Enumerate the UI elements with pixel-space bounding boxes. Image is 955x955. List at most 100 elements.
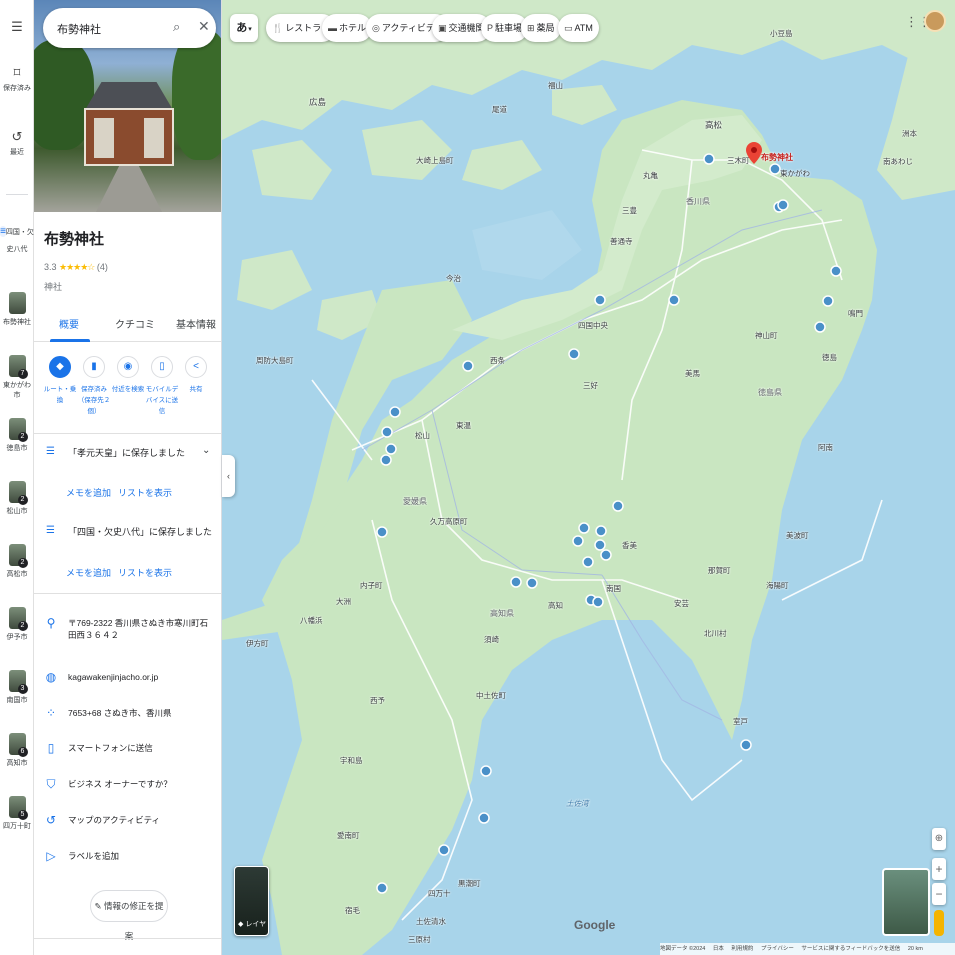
menu-button[interactable]: ☰ <box>0 20 34 37</box>
close-icon[interactable]: ✕ <box>198 18 210 35</box>
chip-label: ホテル <box>339 23 367 33</box>
rail-label: 布勢神社 <box>3 319 31 326</box>
map-label: 四国中央 <box>578 321 608 330</box>
map-label: 内子町 <box>360 581 383 590</box>
rail-item[interactable]: 布勢神社 <box>0 292 34 327</box>
rail-item[interactable]: 3 南国市 <box>0 670 34 705</box>
recent-button[interactable]: ↺ 最近 <box>0 130 34 157</box>
map-label: 北川村 <box>704 629 727 638</box>
plus-icon: + <box>935 862 943 876</box>
map-label: 南国 <box>606 584 621 593</box>
map-label: 四万十 <box>428 889 451 898</box>
chip-label: ATM <box>574 23 593 33</box>
place-panel: 布勢神社 ⌕ ✕ 布勢神社 3.3 ★★★★☆ (4) 神社 概要 クチコミ 基… <box>34 0 222 955</box>
saved-button[interactable]: ⌑ 保存済み <box>0 66 34 93</box>
label-icon: ▷ <box>46 849 56 863</box>
footer-terms-link[interactable]: 利用規約 <box>731 946 753 952</box>
layers-button[interactable]: ◆ レイヤ <box>234 866 269 936</box>
tab-reviews[interactable]: クチコミ <box>115 316 155 331</box>
place-thumbnail: 2 <box>8 481 28 505</box>
rail-label: 東かがわ市 <box>3 382 31 399</box>
footer-region[interactable]: 日本 <box>713 946 724 952</box>
my-location-button[interactable]: ⊕ <box>932 828 946 850</box>
show-list-link[interactable]: リストを表示 <box>118 486 172 499</box>
add-memo-link[interactable]: メモを追加 <box>66 486 111 499</box>
place-title: 布勢神社 <box>44 231 105 248</box>
rail-label: 高松市 <box>6 571 28 578</box>
search-icon[interactable]: ⌕ <box>173 19 180 35</box>
maps-app: 広島 高松 香川県 東かがわ 三木町 丸亀 善通寺 三豊 四国中央 西条 今治 … <box>0 0 955 955</box>
map-label: 那賀町 <box>708 566 731 575</box>
input-method-chip[interactable]: あ▾ <box>230 14 258 42</box>
avatar[interactable] <box>924 10 946 32</box>
footer-privacy-link[interactable]: プライバシー <box>761 946 794 952</box>
rail-item[interactable]: ≡四国・欠史八代 <box>0 220 34 254</box>
chip-atm[interactable]: ▭ ATM <box>558 14 599 42</box>
save-button[interactable]: ▮ 保存済み（保存先２個） <box>76 352 112 417</box>
zoom-out-button[interactable]: − <box>932 883 946 905</box>
map-label: 愛媛県 <box>403 497 427 506</box>
chip-hotel[interactable]: ▬ ホテル <box>322 14 373 42</box>
map-label: 黒潮町 <box>458 879 481 888</box>
tab-overview[interactable]: 概要 <box>59 316 79 331</box>
list-icon: ☰ <box>46 525 55 536</box>
chevron-down-icon[interactable]: ⌄ <box>202 445 210 456</box>
rail-item[interactable]: 6 高知市 <box>0 733 34 768</box>
chip-label: 薬局 <box>536 23 555 33</box>
layers-icon: ◆ <box>238 921 244 928</box>
count-badge: 2 <box>17 432 28 442</box>
suggest-edit-button[interactable]: ✎ 情報の修正を提案 <box>90 890 168 941</box>
street-view-thumbnail[interactable] <box>882 868 930 936</box>
atm-icon: ▭ <box>564 23 573 33</box>
selected-place-pin-icon[interactable] <box>746 142 762 164</box>
divider <box>34 433 221 434</box>
plus-code-icon: ⁘ <box>45 706 57 720</box>
collapse-panel-button[interactable]: ‹ <box>222 455 235 497</box>
map-label: 周防大島町 <box>256 356 294 365</box>
globe-icon: ◍ <box>45 670 57 684</box>
rail-item[interactable]: 2 高松市 <box>0 544 34 579</box>
map-canvas[interactable] <box>222 0 955 955</box>
rail-item[interactable]: 2 松山市 <box>0 481 34 516</box>
map-label: 松山 <box>415 431 430 440</box>
rail-item[interactable]: 2 伊予市 <box>0 607 34 642</box>
rail-item[interactable]: 2 徳島市 <box>0 418 34 453</box>
menu-icon: ☰ <box>11 19 23 34</box>
footer-feedback-link[interactable]: サービスに関するフィードバックを送信 <box>801 946 900 952</box>
rail-label: 保存済み <box>3 85 31 92</box>
send-to-phone-button[interactable]: ▯ モバイルデバイスに送信 <box>144 352 180 417</box>
show-list-link[interactable]: リストを表示 <box>118 566 172 579</box>
map-label: 須崎 <box>484 635 499 644</box>
directions-button[interactable]: ◆ ルート・乗換 <box>42 352 78 406</box>
map-label: 今治 <box>446 274 461 283</box>
search-input[interactable]: 布勢神社 <box>57 21 101 37</box>
map-label: 高知 <box>548 601 563 610</box>
share-button[interactable]: < 共有 <box>178 352 214 395</box>
place-thumbnail: 7 <box>8 355 28 379</box>
layers-label: レイヤ <box>245 921 267 928</box>
phone-icon: ▯ <box>151 356 173 378</box>
tab-about[interactable]: 基本情報 <box>176 316 216 331</box>
map-label: 美馬 <box>685 369 700 378</box>
add-memo-link[interactable]: メモを追加 <box>66 566 111 579</box>
chip-pharmacy[interactable]: ⊞ 薬局 <box>521 14 561 42</box>
directions-icon: ◆ <box>49 356 71 378</box>
count-badge: 2 <box>17 621 28 631</box>
pin-label: 布勢神社 <box>761 153 793 162</box>
map-label: 香美 <box>622 541 637 550</box>
rail-item[interactable]: 5 四万十町 <box>0 796 34 831</box>
location-pin-icon: ⚲ <box>46 616 56 630</box>
active-tab-indicator <box>50 339 90 342</box>
rail-item[interactable]: 7 東かがわ市 <box>0 355 34 400</box>
pegman-icon[interactable] <box>934 910 944 936</box>
map-label: 洲本 <box>902 129 917 138</box>
transit-icon: ▣ <box>438 23 447 33</box>
search-box[interactable]: 布勢神社 ⌕ ✕ <box>43 8 216 48</box>
rail-label: 四万十町 <box>3 823 31 830</box>
place-category[interactable]: 神社 <box>44 280 62 293</box>
zoom-in-button[interactable]: + <box>932 858 946 880</box>
place-rating[interactable]: 3.3 ★★★★☆ (4) <box>44 262 108 273</box>
scale-bar[interactable]: 20 km <box>908 946 923 952</box>
map-label: 広島 <box>309 97 327 107</box>
nearby-button[interactable]: ◉ 付近を検索 <box>110 352 146 395</box>
